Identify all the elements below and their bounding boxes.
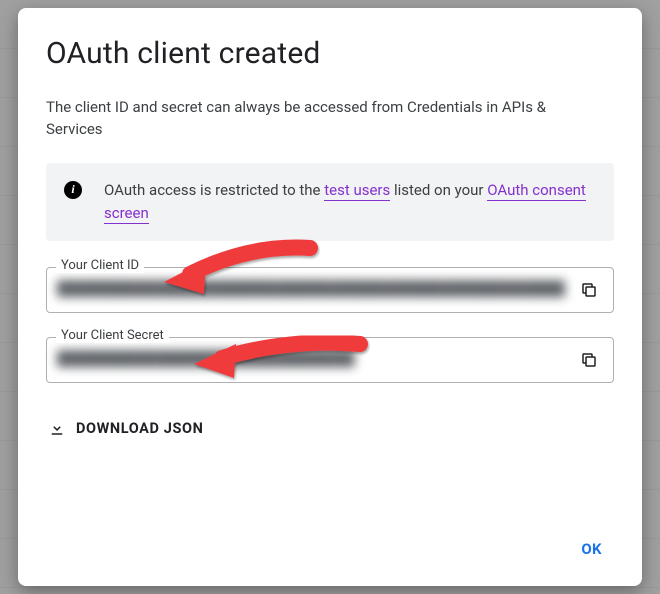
download-json-button[interactable]: DOWNLOAD JSON bbox=[46, 413, 205, 443]
ok-button[interactable]: OK bbox=[569, 532, 614, 566]
copy-icon bbox=[580, 351, 598, 369]
client-secret-label: Your Client Secret bbox=[56, 328, 169, 343]
download-json-label: DOWNLOAD JSON bbox=[76, 420, 203, 437]
info-banner: i OAuth access is restricted to the test… bbox=[46, 163, 614, 242]
oauth-created-dialog: OAuth client created The client ID and s… bbox=[18, 8, 642, 586]
client-id-value: ████████████████████████████████████████… bbox=[57, 280, 565, 300]
copy-icon bbox=[580, 281, 598, 299]
dialog-footer: OK bbox=[46, 518, 614, 566]
client-secret-value: ██████████████████████████████ bbox=[57, 350, 565, 370]
info-text: OAuth access is restricted to the test u… bbox=[104, 179, 596, 226]
dialog-subtitle: The client ID and secret can always be a… bbox=[46, 97, 606, 141]
info-middle: listed on your bbox=[390, 181, 487, 199]
test-users-link[interactable]: test users bbox=[324, 181, 390, 201]
info-prefix: OAuth access is restricted to the bbox=[104, 181, 324, 199]
client-id-field: Your Client ID █████████████████████████… bbox=[46, 267, 614, 313]
copy-client-id-button[interactable] bbox=[575, 276, 603, 304]
dialog-title: OAuth client created bbox=[46, 36, 614, 71]
client-id-label: Your Client ID bbox=[56, 258, 144, 273]
client-secret-field: Your Client Secret █████████████████████… bbox=[46, 337, 614, 383]
download-icon bbox=[48, 419, 66, 437]
info-icon: i bbox=[64, 181, 82, 199]
copy-client-secret-button[interactable] bbox=[575, 346, 603, 374]
client-secret-box: ██████████████████████████████ bbox=[46, 337, 614, 383]
client-id-box: ████████████████████████████████████████… bbox=[46, 267, 614, 313]
